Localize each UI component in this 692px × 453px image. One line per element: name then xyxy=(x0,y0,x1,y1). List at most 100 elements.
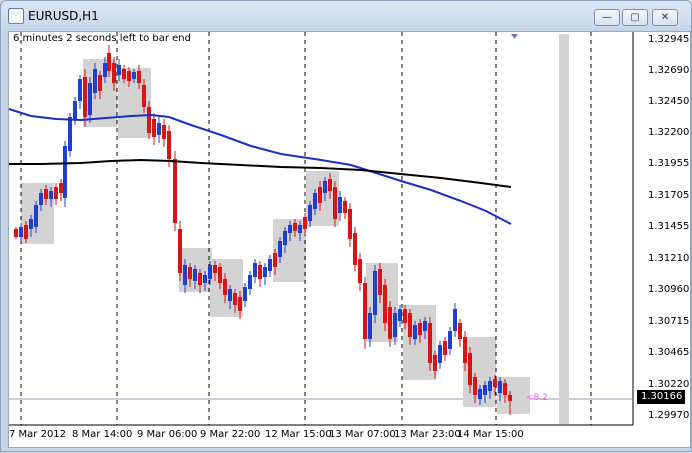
candle-body xyxy=(198,273,202,285)
candle-body xyxy=(408,313,412,337)
candle-body xyxy=(418,323,422,335)
candle-body xyxy=(83,77,87,117)
candle-body xyxy=(253,263,257,277)
candle-body xyxy=(498,381,502,393)
candle-body xyxy=(448,331,452,349)
candle-body xyxy=(14,229,18,237)
candle-body xyxy=(208,265,212,279)
price-chart-svg xyxy=(8,32,634,426)
price-axis-label: 1.31705 xyxy=(648,190,690,201)
candle-body xyxy=(368,313,372,339)
candle-body xyxy=(137,71,141,83)
candle-body xyxy=(363,283,367,339)
candle-body xyxy=(318,187,322,203)
price-axis-label: 1.31455 xyxy=(648,221,690,232)
candle-body xyxy=(103,63,107,77)
price-axis-label: 1.30220 xyxy=(648,379,690,390)
session-box xyxy=(559,34,569,424)
candle-body xyxy=(183,265,187,285)
candle-body xyxy=(132,72,136,79)
price-axis-label: 1.30465 xyxy=(648,347,690,358)
candle-body xyxy=(438,345,442,363)
date-axis-label: 13 Mar 23:00 xyxy=(394,429,461,440)
candle-body xyxy=(263,267,267,277)
candle-body xyxy=(243,287,247,301)
candle-body xyxy=(157,123,161,135)
candle-body xyxy=(34,205,38,227)
candle-body xyxy=(98,75,102,91)
candle-body xyxy=(268,259,272,271)
candle-body xyxy=(193,269,197,281)
candle-body xyxy=(393,313,397,337)
candle-body xyxy=(463,337,467,363)
candle-body xyxy=(413,325,417,339)
candle-body xyxy=(503,383,507,395)
candle-body xyxy=(73,101,77,119)
candle-body xyxy=(358,259,362,283)
price-axis-label: 1.30960 xyxy=(648,284,690,295)
candle-body xyxy=(248,275,252,289)
candle-body xyxy=(228,289,232,301)
candle-body xyxy=(483,385,487,395)
candle-body xyxy=(478,389,482,399)
candle-body xyxy=(508,395,512,401)
candle-body xyxy=(49,191,53,199)
candle-body xyxy=(388,307,392,339)
date-axis-label: 14 Mar 15:00 xyxy=(457,429,524,440)
date-axis-label: 13 Mar 07:00 xyxy=(329,429,396,440)
candle-body xyxy=(107,53,111,71)
candle-body xyxy=(88,83,92,115)
candle-body xyxy=(178,229,182,273)
candle-body xyxy=(313,193,317,209)
price-axis-label: 1.32945 xyxy=(648,34,690,45)
candle-body xyxy=(303,217,307,229)
date-axis-label: 7 Mar 2012 xyxy=(9,429,67,440)
candle-body xyxy=(122,69,126,79)
price-axis-label: 1.29970 xyxy=(648,410,690,421)
candle-body xyxy=(142,85,146,107)
candle-body xyxy=(323,181,327,193)
date-axis-label: 8 Mar 14:00 xyxy=(72,429,133,440)
candle-body xyxy=(238,297,242,311)
candle-body xyxy=(223,279,227,295)
chart-window: EURUSD,H1 — ▢ ✕ 6 minutes 2 seconds left… xyxy=(0,0,692,452)
bar-timer-text: 6 minutes 2 seconds left to bar end xyxy=(13,33,191,44)
candle-body xyxy=(93,69,97,93)
candle-body xyxy=(348,209,352,239)
candle-body xyxy=(24,225,28,239)
date-axis-label: 9 Mar 22:00 xyxy=(200,429,261,440)
candle-body xyxy=(233,293,237,305)
candle-body xyxy=(338,197,342,213)
candle-body xyxy=(19,227,23,237)
candle-body xyxy=(383,285,387,323)
candle-body xyxy=(398,309,402,321)
candle-body xyxy=(443,341,447,355)
price-axis-label: 1.32690 xyxy=(648,65,690,76)
price-axis-label: 1.30715 xyxy=(648,316,690,327)
candle-body xyxy=(298,225,302,233)
candle-body xyxy=(283,231,287,245)
candle-body xyxy=(403,309,407,323)
candle-body xyxy=(453,309,457,331)
candle-body xyxy=(112,63,116,83)
candle-body xyxy=(433,355,437,371)
candle-body xyxy=(343,201,347,213)
candle-body xyxy=(458,323,462,339)
candle-body xyxy=(127,71,131,81)
candle-body xyxy=(493,379,497,387)
candle-body xyxy=(308,205,312,221)
candle-body xyxy=(44,189,48,199)
candle-body xyxy=(273,253,277,267)
candle-body xyxy=(333,187,337,219)
date-axis-label: 9 Mar 06:00 xyxy=(137,429,198,440)
candle-body xyxy=(213,265,217,273)
price-axis-label: 1.32450 xyxy=(648,96,690,107)
candle-body xyxy=(278,241,282,257)
current-price-tag: 1.30166 xyxy=(637,390,685,404)
candle-body xyxy=(293,223,297,231)
price-axis-label: 1.31210 xyxy=(648,253,690,264)
candle-body xyxy=(117,65,121,75)
candle-body xyxy=(258,265,262,279)
candle-body xyxy=(328,179,332,191)
candle-body xyxy=(203,275,207,283)
